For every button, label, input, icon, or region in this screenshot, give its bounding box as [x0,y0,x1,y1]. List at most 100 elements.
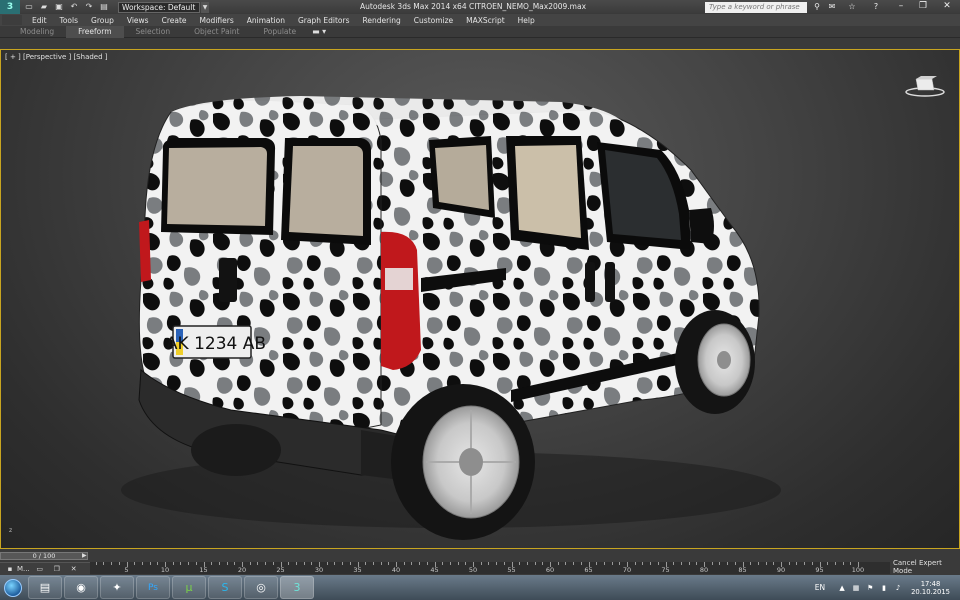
star-icon[interactable]: ☆ [846,2,858,12]
tab-selection[interactable]: Selection [124,26,183,38]
network-icon[interactable]: ▦ [851,583,861,593]
ribbon-options-icon[interactable]: ▬ ▾ [312,27,326,36]
camera-icon: ◎ [256,581,266,594]
menu-rendering[interactable]: Rendering [362,16,400,25]
flag-icon[interactable]: ⚑ [865,583,875,593]
timeline-tick [634,562,636,565]
timeline-tick [680,562,682,565]
taskbar-winamp[interactable]: ✦ [100,576,134,599]
volume-icon[interactable]: ♪ [893,583,903,593]
menu-animation[interactable]: Animation [247,16,285,25]
timeline-tick [403,562,405,565]
signal-icon[interactable]: ▮ [879,583,889,593]
subscription-icon[interactable]: ✉ [826,2,838,12]
timeline-tick [750,562,752,565]
minimize-icon[interactable]: – [890,0,912,13]
menu-group[interactable]: Group [91,16,114,25]
taskbar-chrome[interactable]: ◉ [64,576,98,599]
tab-populate[interactable]: Populate [251,26,308,38]
timeline-tick [111,562,113,565]
timeline-tick [141,562,143,565]
menu-tools[interactable]: Tools [60,16,78,25]
taskbar-photoshop[interactable]: Ps [136,576,170,599]
timeline-tick [334,562,336,565]
listener-close-icon[interactable]: ✕ [67,564,81,574]
timeline-tick [349,562,351,565]
car-model: AK 1234 AB [121,96,781,540]
axis-tripod-icon: z [9,527,13,534]
menu-help[interactable]: Help [518,16,535,25]
tab-freeform[interactable]: Freeform [66,25,124,38]
menu-views[interactable]: Views [127,16,149,25]
redo-icon[interactable]: ↷ [83,2,95,12]
menu-create[interactable]: Create [162,16,187,25]
timeline-tick [727,562,729,565]
menu-maxscript[interactable]: MAXScript [466,16,505,25]
timeline-tick [765,562,767,565]
menu-graph-editors[interactable]: Graph Editors [298,16,350,25]
listener-label[interactable]: M... [17,565,30,573]
taskbar-skype[interactable]: S [208,576,242,599]
timeline-tick [804,562,806,565]
taskbar-explorer[interactable]: ▤ [28,576,62,599]
time-slider[interactable]: 0 / 100 [0,552,88,560]
menu-modifiers[interactable]: Modifiers [200,16,234,25]
listener-restore-icon[interactable]: ❐ [50,564,64,574]
language-indicator[interactable]: EN [815,583,825,592]
timeline-tick [603,562,605,565]
help-icon[interactable]: ? [870,2,882,12]
timeline-tick [557,562,559,565]
timeline-tick [211,562,213,565]
timeline-tick [95,562,97,565]
taskbar-camera[interactable]: ◎ [244,576,278,599]
timeline-tick-label: 35 [353,566,362,574]
next-frame-icon[interactable]: ▶ [82,552,88,560]
timeline-tick [257,562,259,565]
timeline: 0 / 100 ▶ 051015202530354045505560657075… [0,549,960,575]
timeline-tick-label: 5 [124,566,129,574]
save-file-icon[interactable]: ▣ [53,2,65,12]
timeline-tick-label: 55 [507,566,516,574]
tab-modeling[interactable]: Modeling [8,26,66,38]
listener-minimize-icon[interactable]: ▭ [33,564,47,574]
track-bar[interactable]: 0510152025303540455055606570758085909510… [0,562,890,574]
project-folder-icon[interactable]: ▤ [98,2,110,12]
timeline-tick-label: 25 [276,566,285,574]
timeline-tick [573,562,575,565]
taskbar-3dsmax[interactable]: 3 [280,576,314,599]
new-file-icon[interactable]: ▭ [23,2,35,12]
tray-arrow-icon[interactable]: ▲ [837,583,847,593]
listener-icon[interactable]: ▪ [3,564,17,574]
open-file-icon[interactable]: ▰ [38,2,50,12]
cancel-expert-mode-button[interactable]: Cancel Expert Mode [893,559,960,575]
undo-icon[interactable]: ↶ [68,2,80,12]
timeline-tick [834,562,836,565]
title-bar: 3 ▭ ▰ ▣ ↶ ↷ ▤ Workspace: Default ▼ Autod… [0,0,960,14]
clock[interactable]: 17:48 20.10.2015 [911,580,950,596]
timeline-tick [519,562,521,565]
tab-object-paint[interactable]: Object Paint [182,26,251,38]
search-input[interactable]: Type a keyword or phrase [705,2,807,13]
restore-icon[interactable]: ❐ [912,0,934,13]
timeline-tick [226,562,228,565]
timeline-tick-label: 80 [699,566,709,574]
timeline-tick [134,562,136,565]
timeline-tick-label: 100 [851,566,865,574]
start-button[interactable] [0,575,26,600]
chrome-icon: ◉ [76,581,86,594]
close-icon[interactable]: ✕ [936,0,958,13]
timeline-tick [642,562,644,565]
perspective-viewport[interactable]: [ + ] [Perspective ] [Shaded ] AK 1234 A… [0,49,960,549]
menu-edit[interactable]: Edit [32,16,47,25]
workspace-dropdown[interactable]: Workspace: Default [118,1,200,13]
menu-customize[interactable]: Customize [414,16,453,25]
binoculars-icon[interactable]: ⚲ [811,2,823,12]
chevron-down-icon[interactable]: ▼ [201,1,209,13]
timeline-tick [419,562,421,565]
timeline-tick [688,562,690,565]
taskbar-utorrent[interactable]: µ [172,576,206,599]
app-menu-button[interactable]: 3 [0,0,20,14]
timeline-tick [218,562,220,565]
timeline-tick [180,562,182,565]
photoshop-icon: Ps [148,582,158,593]
